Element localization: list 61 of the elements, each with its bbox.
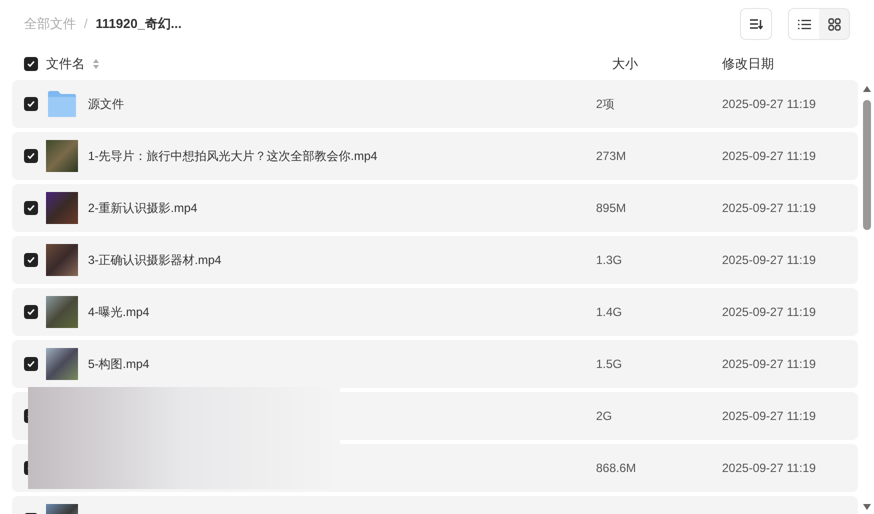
breadcrumb-separator: / (84, 15, 88, 34)
file-size: 1.4G (596, 305, 622, 319)
modified-date: 2025-09-27 11:19 (722, 460, 816, 477)
file-row[interactable]: 4-曝光.mp4 1.4G 2025-09-27 11:19 (12, 288, 858, 336)
file-size: 2G (596, 409, 612, 423)
file-row[interactable]: 2-重新认识摄影.mp4 895M 2025-09-27 11:19 (12, 184, 858, 232)
video-thumbnail (46, 296, 78, 328)
checkbox[interactable] (24, 305, 38, 319)
checkbox[interactable] (24, 253, 38, 267)
grid-icon (828, 18, 840, 30)
checkbox[interactable] (24, 149, 38, 163)
checkmark-icon (27, 204, 35, 212)
file-row[interactable]: 1-先导片：旅行中想拍风光大片？这次全部教会你.mp4 273M 2025-09-27 11:19 (12, 132, 858, 180)
checkmark-icon (27, 308, 35, 316)
scroll-down-icon[interactable] (863, 504, 871, 510)
file-row[interactable]: 源文件 2项 2025-09-27 11:19 (12, 80, 858, 128)
folder-icon (46, 90, 78, 118)
modified-date: 2025-09-27 11:19 (722, 356, 816, 373)
file-size: 273M (596, 149, 626, 163)
scroll-up-icon[interactable] (863, 86, 871, 92)
checkbox[interactable] (24, 97, 38, 111)
column-header: 大小 (611, 55, 639, 74)
modified-date: 2025-09-27 11:19 (722, 200, 816, 217)
column-header[interactable]: 文件名 (46, 54, 85, 74)
modified-date: 2025-09-27 11:19 (722, 96, 816, 113)
video-thumbnail (46, 192, 78, 224)
checkmark-icon (27, 256, 35, 264)
file-name[interactable]: 源文件 (88, 95, 124, 113)
file-name[interactable]: 4-曝光.mp4 (88, 303, 150, 321)
video-thumbnail (46, 244, 78, 276)
file-size: 1.5G (596, 357, 622, 371)
file-size: 895M (596, 201, 626, 215)
file-row[interactable]: 5-构图.mp4 1.5G 2025-09-27 11:19 (12, 340, 858, 388)
list-view-button[interactable] (789, 9, 819, 39)
scrollbar-thumb[interactable] (863, 100, 871, 230)
checkmark-icon (27, 60, 35, 68)
checkbox[interactable] (24, 57, 38, 71)
breadcrumb-current: 111920_奇幻... (96, 15, 182, 34)
checkmark-icon (27, 152, 35, 160)
modified-date: 2025-09-27 11:19 (722, 252, 816, 269)
column-header: 修改日期 (722, 55, 774, 74)
file-name[interactable]: 2-重新认识摄影.mp4 (88, 199, 198, 217)
file-size: 2项 (596, 97, 615, 111)
file-size: 1.3G (596, 253, 622, 267)
list-icon (798, 18, 810, 30)
modified-date: 2025-09-27 11:19 (722, 408, 816, 425)
checkbox[interactable] (24, 201, 38, 215)
file-size: 868.6M (596, 461, 636, 475)
file-name[interactable]: 3-正确认识摄影器材.mp4 (88, 251, 222, 269)
video-thumbnail (46, 140, 78, 172)
file-name[interactable]: 1-先导片：旅行中想拍风光大片？这次全部教会你.mp4 (88, 147, 378, 165)
file-row[interactable]: 3-正确认识摄影器材.mp4 1.3G 2025-09-27 11:19 (12, 236, 858, 284)
video-thumbnail (46, 348, 78, 380)
sort-button[interactable] (740, 8, 772, 40)
checkmark-icon (27, 100, 35, 108)
file-name[interactable]: 5-构图.mp4 (88, 355, 150, 373)
checkbox[interactable] (24, 357, 38, 371)
modified-date: 2025-09-27 11:19 (722, 148, 816, 165)
checkmark-icon (27, 360, 35, 368)
modified-date: 2025-09-27 11:19 (722, 304, 816, 321)
sort-icon (749, 18, 763, 30)
